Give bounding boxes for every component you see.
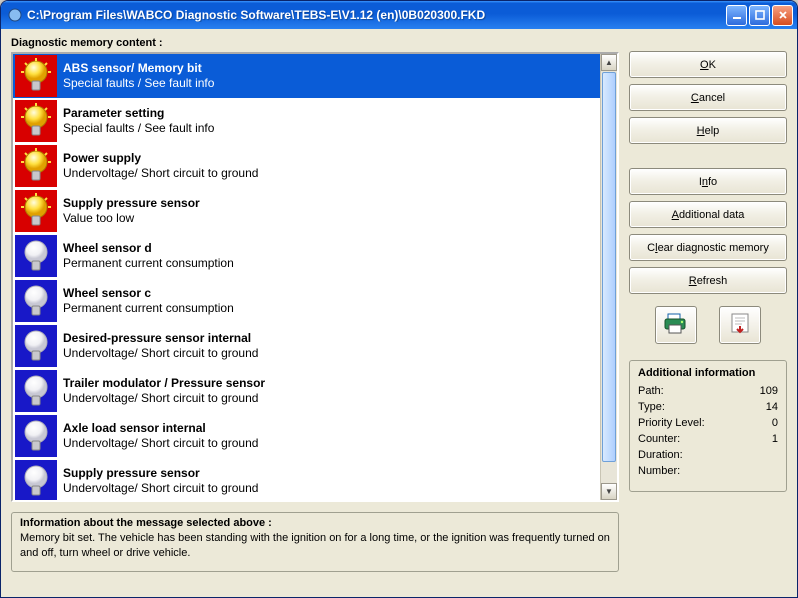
cancel-button[interactable]: Cancel — [629, 84, 787, 111]
bulb-unlit-icon — [15, 280, 57, 322]
additional-info-label: Path: — [638, 385, 664, 397]
additional-info-value: 1 — [772, 433, 778, 445]
list-item-title: Wheel sensor d — [63, 241, 234, 256]
additional-info-row: Path: 109 — [638, 385, 778, 397]
window-title: C:\Program Files\WABCO Diagnostic Softwa… — [27, 8, 726, 22]
window: C:\Program Files\WABCO Diagnostic Softwa… — [0, 0, 798, 598]
printer-icon — [663, 313, 689, 338]
bulb-unlit-icon — [15, 415, 57, 457]
list-item[interactable]: Desired-pressure sensor internalUndervol… — [13, 324, 600, 369]
additional-info-box: Additional information Path: 109 Type: 14 Pr… — [629, 360, 787, 492]
list-item-detail: Value too low — [63, 211, 200, 226]
list-item[interactable]: Supply pressure sensorValue too low — [13, 189, 600, 234]
list-item[interactable]: Wheel sensor dPermanent current consumpt… — [13, 234, 600, 279]
refresh-button[interactable]: Refresh — [629, 267, 787, 294]
bulb-unlit-icon — [15, 460, 57, 500]
info-button[interactable]: Info — [629, 168, 787, 195]
ok-button[interactable]: OK — [629, 51, 787, 78]
print-button[interactable] — [655, 306, 697, 344]
list-item-title: Power supply — [63, 151, 258, 166]
additional-info-value: 0 — [772, 417, 778, 429]
additional-info-row: Priority Level: 0 — [638, 417, 778, 429]
additional-info-label: Priority Level: — [638, 417, 705, 429]
bulb-unlit-icon — [15, 325, 57, 367]
list-item-title: Supply pressure sensor — [63, 196, 200, 211]
list-item[interactable]: Supply pressure sensorUndervoltage/ Shor… — [13, 459, 600, 500]
additional-info-label: Duration: — [638, 449, 683, 461]
info-body: Memory bit set. The vehicle has been sta… — [20, 531, 610, 561]
scroll-down-button[interactable]: ▼ — [601, 483, 617, 500]
minimize-button[interactable] — [726, 5, 747, 26]
bulb-unlit-icon — [15, 235, 57, 277]
additional-info-row: Counter: 1 — [638, 433, 778, 445]
maximize-button[interactable] — [749, 5, 770, 26]
list-item-title: Trailer modulator / Pressure sensor — [63, 376, 265, 391]
app-icon — [7, 7, 23, 23]
additional-info-value: 14 — [766, 401, 778, 413]
list-item-title: Axle load sensor internal — [63, 421, 258, 436]
list-item-title: Wheel sensor c — [63, 286, 234, 301]
additional-info-label: Type: — [638, 401, 665, 413]
scrollbar[interactable]: ▲ ▼ — [600, 54, 617, 500]
info-legend: Information about the message selected a… — [20, 517, 610, 529]
additional-data-button[interactable]: Additional data — [629, 201, 787, 228]
titlebar: C:\Program Files\WABCO Diagnostic Softwa… — [1, 1, 797, 29]
save-report-icon — [727, 313, 753, 338]
additional-info-legend: Additional information — [638, 367, 778, 379]
diagnostic-list: ABS sensor/ Memory bitSpecial faults / S… — [11, 52, 619, 502]
list-item-detail: Undervoltage/ Short circuit to ground — [63, 166, 258, 181]
list-item-detail: Undervoltage/ Short circuit to ground — [63, 436, 258, 451]
list-item-detail: Undervoltage/ Short circuit to ground — [63, 346, 258, 361]
list-item-detail: Undervoltage/ Short circuit to ground — [63, 481, 258, 496]
list-item[interactable]: Trailer modulator / Pressure sensorUnder… — [13, 369, 600, 414]
additional-info-row: Duration: — [638, 449, 778, 461]
bulb-unlit-icon — [15, 370, 57, 412]
clear-memory-button[interactable]: Clear diagnostic memory — [629, 234, 787, 261]
list-item[interactable]: Power supplyUndervoltage/ Short circuit … — [13, 144, 600, 189]
additional-info-value: 109 — [760, 385, 778, 397]
scroll-up-button[interactable]: ▲ — [601, 54, 617, 71]
info-box: Information about the message selected a… — [11, 512, 619, 572]
list-item[interactable]: Parameter settingSpecial faults / See fa… — [13, 99, 600, 144]
list-item-title: Parameter setting — [63, 106, 214, 121]
list-item-detail: Special faults / See fault info — [63, 121, 214, 136]
bulb-lit-icon — [15, 100, 57, 142]
save-button[interactable] — [719, 306, 761, 344]
list-item[interactable]: ABS sensor/ Memory bitSpecial faults / S… — [13, 54, 600, 99]
list-item-detail: Permanent current consumption — [63, 256, 234, 271]
bulb-lit-icon — [15, 190, 57, 232]
list-item-title: Supply pressure sensor — [63, 466, 258, 481]
help-button[interactable]: Help — [629, 117, 787, 144]
list-label: Diagnostic memory content : — [11, 37, 619, 49]
additional-info-label: Number: — [638, 465, 680, 477]
scroll-thumb[interactable] — [602, 72, 616, 462]
list-item[interactable]: Wheel sensor cPermanent current consumpt… — [13, 279, 600, 324]
bulb-lit-icon — [15, 145, 57, 187]
additional-info-label: Counter: — [638, 433, 680, 445]
list-item-detail: Permanent current consumption — [63, 301, 234, 316]
bulb-lit-icon — [15, 55, 57, 97]
additional-info-row: Number: — [638, 465, 778, 477]
list-item-detail: Special faults / See fault info — [63, 76, 214, 91]
list-item-detail: Undervoltage/ Short circuit to ground — [63, 391, 265, 406]
additional-info-row: Type: 14 — [638, 401, 778, 413]
list-item-title: ABS sensor/ Memory bit — [63, 61, 214, 76]
list-item-title: Desired-pressure sensor internal — [63, 331, 258, 346]
close-button[interactable] — [772, 5, 793, 26]
list-item[interactable]: Axle load sensor internalUndervoltage/ S… — [13, 414, 600, 459]
